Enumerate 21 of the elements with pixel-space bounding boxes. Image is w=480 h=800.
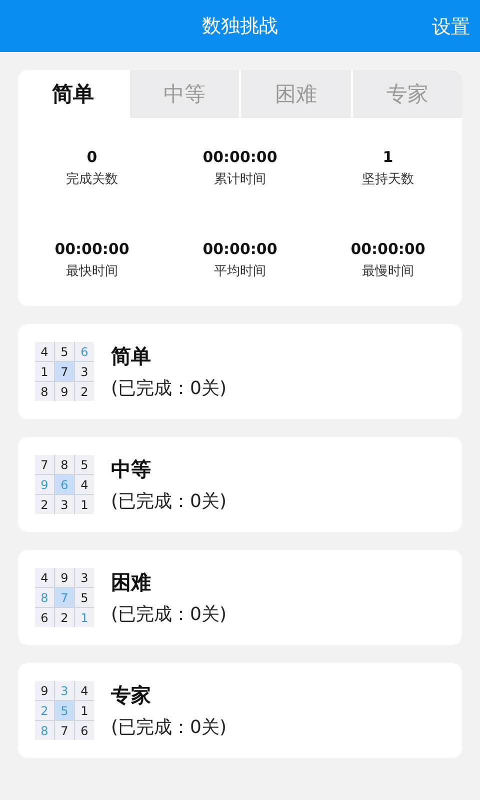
stat-label: 最慢时间 xyxy=(362,263,414,280)
sudoku-grid-icon: 4 9 3 8 7 5 6 2 1 xyxy=(35,568,94,627)
stat-value: 0 xyxy=(86,148,98,166)
level-title: 简单 xyxy=(111,343,152,370)
sudoku-grid-icon: 9 3 4 2 5 1 8 7 6 xyxy=(35,681,94,740)
stat-label: 坚持天数 xyxy=(362,171,414,188)
level-title: 困难 xyxy=(111,569,152,596)
stat-value: 00:00:00 xyxy=(202,148,278,166)
header-title: 数独挑战 xyxy=(202,14,278,39)
level-title: 中等 xyxy=(111,456,152,483)
stat-label: 累计时间 xyxy=(214,171,266,188)
sudoku-grid-icon: 7 8 5 9 6 4 2 3 1 xyxy=(35,455,94,514)
stat-label: 完成关数 xyxy=(66,171,118,188)
stat-value: 00:00:00 xyxy=(54,240,130,258)
level-title: 专家 xyxy=(111,682,152,709)
stat-value: 1 xyxy=(382,148,394,166)
stat-label: 平均时间 xyxy=(214,263,266,280)
stat-value: 00:00:00 xyxy=(350,240,426,258)
stat-value: 00:00:00 xyxy=(202,240,278,258)
stat-label: 最快时间 xyxy=(66,263,118,280)
sudoku-grid-icon: 4 5 6 1 7 3 8 9 2 xyxy=(35,342,94,401)
